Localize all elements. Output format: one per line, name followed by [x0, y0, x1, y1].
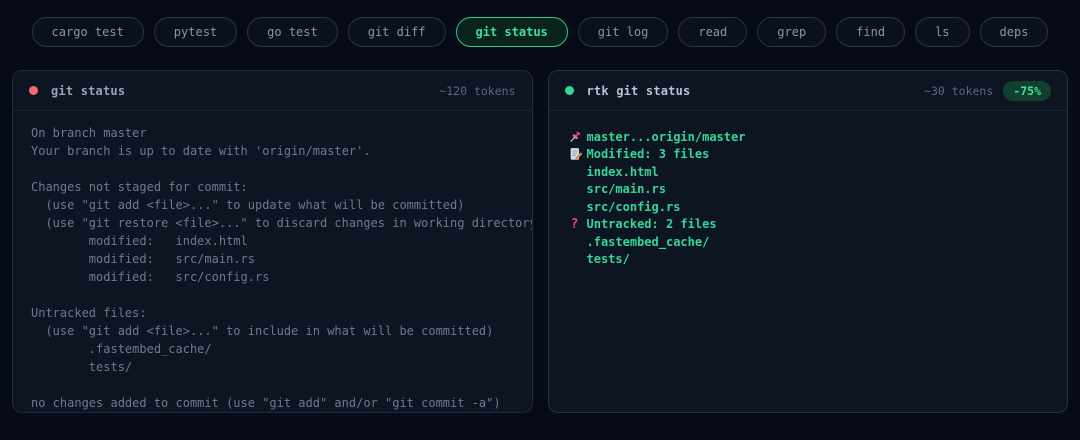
rtk-line-text: Untracked: 2 files: [586, 217, 717, 232]
git-status-output: On branch master Your branch is up to da…: [31, 126, 532, 410]
rtk-line-text: src/main.rs: [586, 182, 666, 197]
right-panel-title: rtk git status: [586, 83, 691, 98]
tab-pytest[interactable]: pytest: [153, 17, 238, 47]
rtk-output-line: tests/: [563, 251, 1050, 269]
question-icon: ?: [570, 216, 579, 232]
memo-icon: [563, 147, 587, 161]
tab-go-test[interactable]: go test: [247, 17, 338, 47]
right-token-count: ~30 tokens: [924, 83, 994, 98]
tab-git-diff[interactable]: git diff: [347, 17, 446, 47]
tab-bar: cargo test pytest go test git diff git statu…: [0, 17, 1080, 47]
rtk-line-text: master...origin/master: [586, 129, 746, 144]
rtk-output-line: Modified: 3 files: [563, 146, 1050, 164]
red-status-dot-icon: [29, 86, 38, 95]
rtk-line-text: .fastembed_cache/: [586, 234, 710, 249]
tab-git-status[interactable]: git status: [455, 17, 568, 47]
tab-find[interactable]: find: [836, 17, 906, 47]
comparison-panels: git status ~120 tokens On branch master …: [12, 70, 1068, 413]
rtk-output-line: index.html: [563, 163, 1050, 181]
tab-read[interactable]: read: [678, 17, 748, 47]
left-token-count: ~120 tokens: [439, 83, 516, 98]
tab-grep[interactable]: grep: [757, 17, 827, 47]
rtk-output-line: .fastembed_cache/: [563, 233, 1050, 251]
tab-git-log[interactable]: git log: [577, 17, 669, 47]
tab-cargo-test[interactable]: cargo test: [31, 17, 144, 47]
green-status-dot-icon: [564, 86, 574, 95]
tab-ls[interactable]: ls: [915, 17, 970, 47]
panel-rtk-git-status: rtk git status ~30 tokens -75% master...…: [547, 70, 1068, 413]
tab-deps[interactable]: deps: [979, 17, 1049, 47]
token-savings-badge: -75%: [1003, 80, 1051, 101]
rtk-line-text: Modified: 3 files: [586, 147, 710, 162]
pushpin-icon: [563, 130, 587, 144]
left-panel-header: git status ~120 tokens: [13, 71, 532, 111]
panel-git-status: git status ~120 tokens On branch master …: [12, 70, 533, 413]
rtk-comparison-page: cargo test pytest go test git diff git statu…: [0, 0, 1080, 440]
rtk-output-line: src/main.rs: [563, 181, 1050, 199]
rtk-output-line: master...origin/master: [563, 128, 1050, 146]
rtk-output-line: src/config.rs: [563, 198, 1050, 216]
rtk-line-text: src/config.rs: [586, 199, 681, 214]
left-panel-title: git status: [51, 83, 126, 98]
rtk-line-text: index.html: [586, 164, 659, 179]
right-panel-header: rtk git status ~30 tokens -75%: [548, 71, 1067, 111]
rtk-line-text: tests/: [586, 252, 630, 267]
rtk-output-line: ? Untracked: 2 files: [563, 216, 1050, 234]
rtk-git-status-output: master...origin/master Modified: 3 files i…: [549, 111, 1068, 282]
